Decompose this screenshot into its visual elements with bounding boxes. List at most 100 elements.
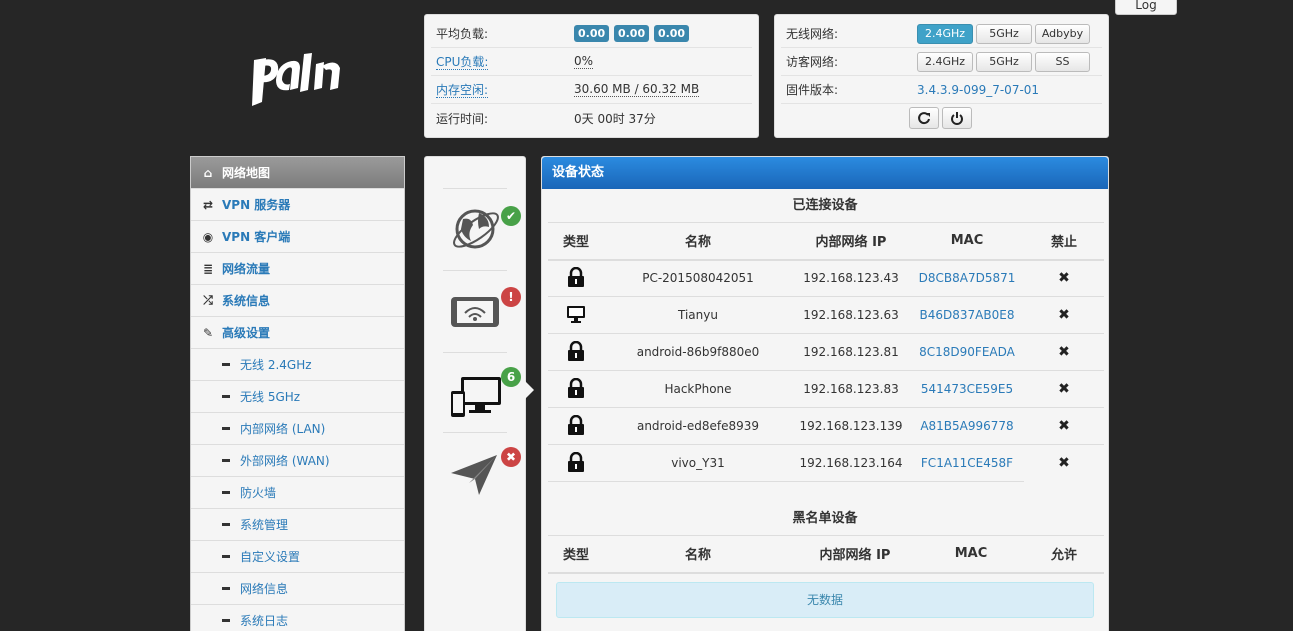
submenu-label: 自定义设置 (240, 550, 301, 564)
firmware-version-link[interactable]: 3.4.3.9-099_7-07-01 (917, 83, 1039, 97)
globe-icon: ◉ (202, 229, 214, 244)
device-ip: 192.168.123.83 (792, 370, 910, 408)
sidebar-menu: ⌂ 网络地图 ⇄ VPN 服务器 ◉ VPN 客户端 ≣ 网络流量 ⤮ 系统信息… (190, 156, 405, 631)
firmware-label: 固件版本: (786, 83, 839, 97)
dash-icon (222, 587, 230, 590)
submenu-wireless-5[interactable]: 无线 5GHz (191, 381, 404, 413)
wireless-5ghz-button[interactable]: 5GHz (976, 23, 1032, 44)
load-label: 平均负载: (436, 27, 489, 41)
home-icon: ⌂ (203, 165, 213, 180)
wrench-icon: ✎ (202, 325, 214, 340)
submenu-syslog[interactable]: 系统日志 (191, 605, 404, 631)
guest-label: 访客网络: (786, 55, 839, 69)
device-name: vivo_Y31 (604, 444, 792, 482)
power-icon (950, 112, 963, 125)
firmware-row: 固件版本: 3.4.3.9-099_7-07-01 (781, 76, 1102, 104)
memory-free-link[interactable]: 内存空闲: (436, 83, 489, 98)
menu-label: 网络流量 (222, 262, 271, 276)
menu-network-map[interactable]: ⌂ 网络地图 (191, 157, 404, 189)
submenu-netinfo[interactable]: 网络信息 (191, 573, 404, 605)
guest-24ghz-button[interactable]: 2.4GHz (917, 51, 973, 72)
mem-row: 内存空闲: 30.60 MB / 60.32 MB (431, 76, 752, 104)
dash-icon (222, 427, 230, 430)
globe-network-icon (453, 209, 499, 249)
adbyby-button[interactable]: Adbyby (1035, 23, 1090, 44)
col-name: 名称 (604, 535, 792, 574)
dash-icon (222, 459, 230, 462)
wireless-row: 无线网络: 2.4GHz 5GHz Adbyby (781, 20, 1102, 48)
menu-traffic[interactable]: ≣ 网络流量 (191, 253, 404, 285)
close-icon: ✖ (501, 447, 521, 467)
submenu-admin[interactable]: 系统管理 (191, 509, 404, 541)
submenu-label: 外部网络 (WAN) (240, 454, 330, 468)
uptime-value: 0天 00时 37分 (574, 111, 656, 126)
status-icon-column: ✔ ! 6 ✖ (424, 156, 526, 631)
table-row: android-ed8efe8939 192.168.123.139 A81B5… (548, 407, 1104, 445)
dash-icon (222, 363, 230, 366)
clients-status[interactable]: 6 (449, 367, 525, 427)
device-mac[interactable]: 8C18D90FEADA (910, 333, 1024, 371)
alert-icon: ! (501, 287, 521, 307)
submenu-label: 系统日志 (240, 614, 289, 628)
table-row: Tianyu 192.168.123.63 B46D837AB0E8 ✖ (548, 296, 1104, 334)
device-ip: 192.168.123.139 (792, 407, 910, 445)
lock-icon (568, 451, 584, 472)
menu-label: 系统信息 (222, 294, 271, 308)
lock-icon (568, 377, 584, 398)
device-mac[interactable]: A81B5A996778 (910, 407, 1024, 445)
lock-icon (568, 414, 584, 435)
block-icon[interactable]: ✖ (1058, 418, 1070, 434)
menu-vpn-server[interactable]: ⇄ VPN 服务器 (191, 189, 404, 221)
block-icon[interactable]: ✖ (1058, 455, 1070, 471)
submenu-lan[interactable]: 内部网络 (LAN) (191, 413, 404, 445)
device-mac[interactable]: FC1A11CE458F (910, 444, 1024, 482)
ss-button[interactable]: SS (1035, 51, 1090, 72)
paper-plane-icon (451, 455, 497, 495)
block-icon[interactable]: ✖ (1058, 307, 1070, 323)
guest-5ghz-button[interactable]: 5GHz (976, 51, 1032, 72)
device-mac[interactable]: D8CB8A7D5871 (910, 259, 1024, 297)
table-row: android-86b9f880e0 192.168.123.81 8C18D9… (548, 333, 1104, 371)
table-row: vivo_Y31 192.168.123.164 FC1A11CE458F ✖ (548, 444, 1104, 482)
wireless-24ghz-button[interactable]: 2.4GHz (917, 23, 973, 44)
dash-icon (222, 523, 230, 526)
device-ip: 192.168.123.81 (792, 333, 910, 371)
check-icon: ✔ (501, 206, 521, 226)
device-name: HackPhone (604, 370, 792, 408)
dash-icon (222, 395, 230, 398)
menu-vpn-client[interactable]: ◉ VPN 客户端 (191, 221, 404, 253)
connected-devices-table: 类型 名称 内部网络 IP MAC 禁止 PC-201508042051 192… (548, 222, 1104, 482)
uptime-label: 运行时间: (436, 111, 489, 126)
col-mac: MAC (910, 222, 1024, 261)
wireless-status[interactable]: ! (449, 287, 525, 347)
monitor-icon (567, 305, 585, 323)
block-icon[interactable]: ✖ (1058, 344, 1070, 360)
device-mac[interactable]: B46D837AB0E8 (910, 296, 1024, 334)
vpn-status[interactable]: ✖ (449, 447, 525, 507)
internet-status[interactable]: ✔ (449, 203, 525, 263)
power-controls (781, 104, 1102, 132)
lock-icon (568, 340, 584, 361)
menu-system-info[interactable]: ⤮ 系统信息 (191, 285, 404, 317)
device-name: android-86b9f880e0 (604, 333, 792, 371)
device-mac[interactable]: 541473CE59E5 (910, 370, 1024, 408)
selection-arrow (524, 380, 534, 400)
log-button[interactable]: Log (1115, 0, 1177, 15)
device-name: Tianyu (604, 296, 792, 334)
submenu-wireless-24[interactable]: 无线 2.4GHz (191, 349, 404, 381)
submenu-label: 防火墙 (240, 486, 277, 500)
submenu-custom[interactable]: 自定义设置 (191, 541, 404, 573)
power-button[interactable] (941, 107, 972, 129)
device-ip: 192.168.123.63 (792, 296, 910, 334)
submenu-firewall[interactable]: 防火墙 (191, 477, 404, 509)
menu-advanced[interactable]: ✎ 高级设置 (191, 317, 404, 349)
block-icon[interactable]: ✖ (1058, 381, 1070, 397)
device-name: PC-201508042051 (604, 259, 792, 297)
submenu-wan[interactable]: 外部网络 (WAN) (191, 445, 404, 477)
refresh-button[interactable] (908, 107, 939, 129)
col-mac: MAC (918, 535, 1024, 574)
cpu-load-link[interactable]: CPU负载: (436, 55, 489, 70)
device-status-panel: 设备状态 已连接设备 类型 名称 内部网络 IP MAC 禁止 PC-20150… (541, 156, 1109, 631)
block-icon[interactable]: ✖ (1058, 270, 1070, 286)
